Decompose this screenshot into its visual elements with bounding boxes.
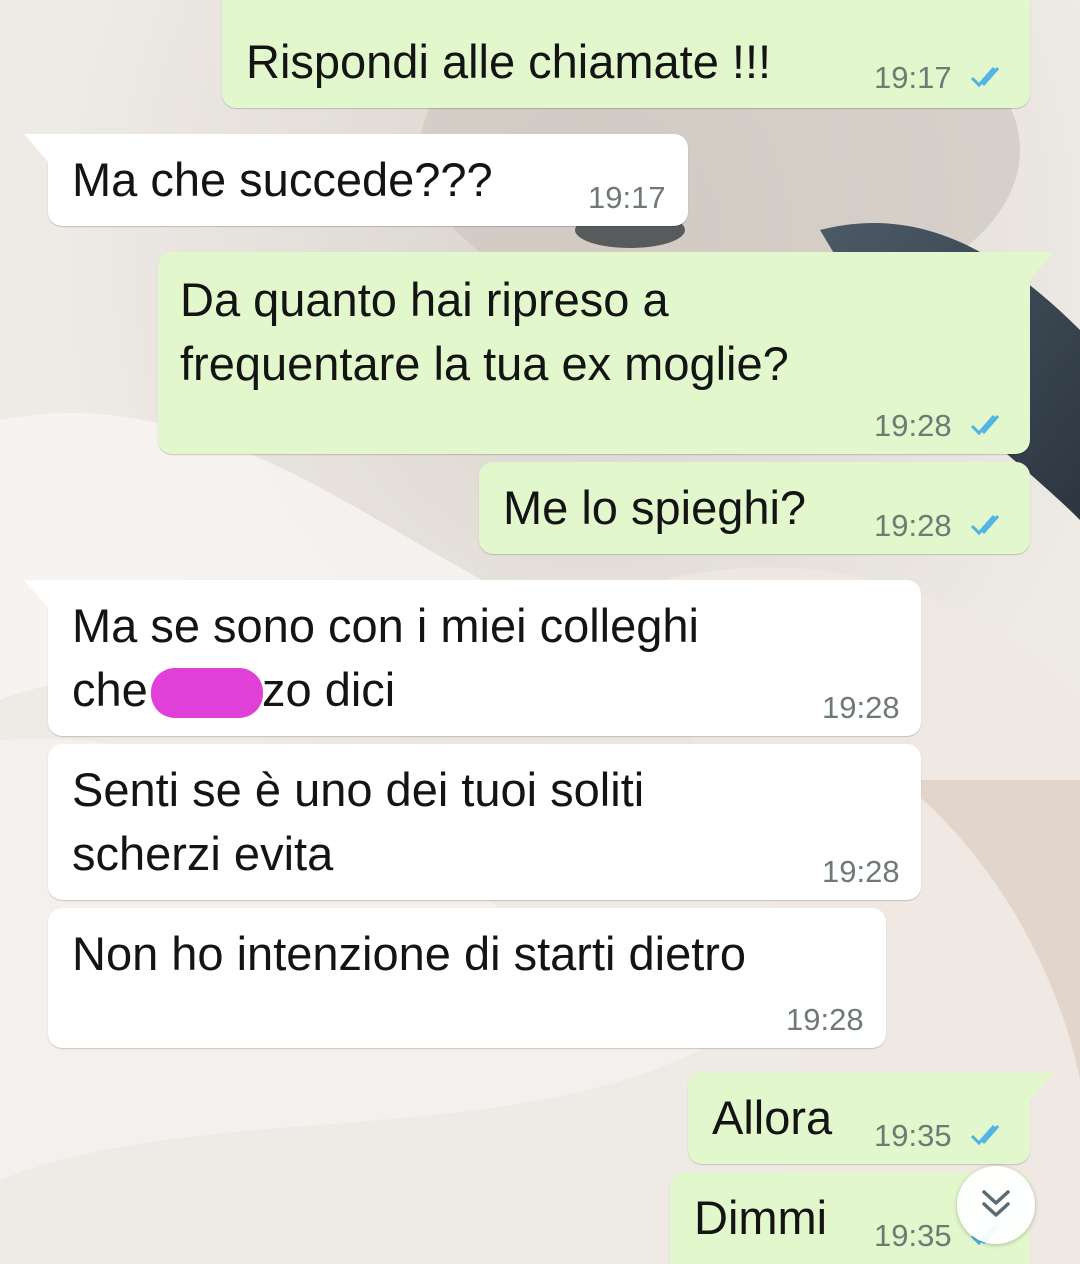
message-text: Ma che succede??? (72, 153, 493, 206)
message-bubble-incoming[interactable]: Ma che succede??? 19:17 (24, 134, 688, 226)
scroll-to-bottom-button[interactable] (957, 1166, 1035, 1244)
bubble-tail (1028, 252, 1054, 282)
message-time: 19:28 (786, 1002, 864, 1037)
message-text: Allora (712, 1091, 833, 1144)
message-text-line: Senti se è uno dei tuoi soliti (72, 763, 645, 816)
message-text-line: Da quanto hai ripreso a (180, 273, 669, 326)
read-double-check-icon (970, 67, 1000, 88)
read-double-check-icon (970, 515, 1000, 536)
message-time: 19:28 (874, 408, 952, 443)
message-text-line: scherzi evita (72, 827, 334, 880)
message-text: Dimmi (694, 1191, 828, 1244)
message-text: Me lo spieghi? (503, 481, 807, 534)
message-time: 19:35 (874, 1118, 952, 1153)
message-text-line: zo dici (262, 663, 396, 716)
message-time: 19:17 (874, 60, 952, 95)
message-bubble-outgoing[interactable]: Me lo spieghi? 19:28 (479, 462, 1030, 554)
message-time: 19:35 (874, 1218, 952, 1253)
message-text: Rispondi alle chiamate !!! (246, 35, 772, 88)
bubble-tail (1028, 1072, 1054, 1102)
message-bubble-incoming[interactable]: Non ho intenzione di starti dietro 19:28 (48, 908, 886, 1048)
read-double-check-icon (970, 1125, 1000, 1146)
bubble-tail (24, 134, 50, 164)
message-text-line: che (72, 663, 148, 716)
message-time: 19:28 (822, 690, 900, 725)
message-bubble-outgoing[interactable]: Rispondi alle chiamate !!! 19:17 (222, 0, 1030, 108)
double-chevron-down-icon (982, 1190, 1010, 1217)
message-time: 19:28 (874, 508, 952, 543)
redaction-scribble (151, 668, 263, 718)
bubble-tail (24, 580, 50, 610)
message-time: 19:28 (822, 854, 900, 889)
read-double-check-icon (970, 415, 1000, 436)
message-bubble-outgoing[interactable]: Da quanto hai ripreso a frequentare la t… (158, 252, 1054, 454)
message-time: 19:17 (588, 180, 666, 215)
message-text-line: Ma se sono con i miei colleghi (72, 599, 699, 652)
message-bubble-incoming[interactable]: Ma se sono con i miei colleghi che zo di… (24, 580, 921, 736)
message-text: Non ho intenzione di starti dietro (72, 927, 747, 980)
message-bubble-incoming[interactable]: Senti se è uno dei tuoi soliti scherzi e… (48, 744, 921, 900)
message-bubble-outgoing[interactable]: Allora 19:35 (688, 1072, 1054, 1164)
message-text-line: frequentare la tua ex moglie? (180, 337, 789, 390)
